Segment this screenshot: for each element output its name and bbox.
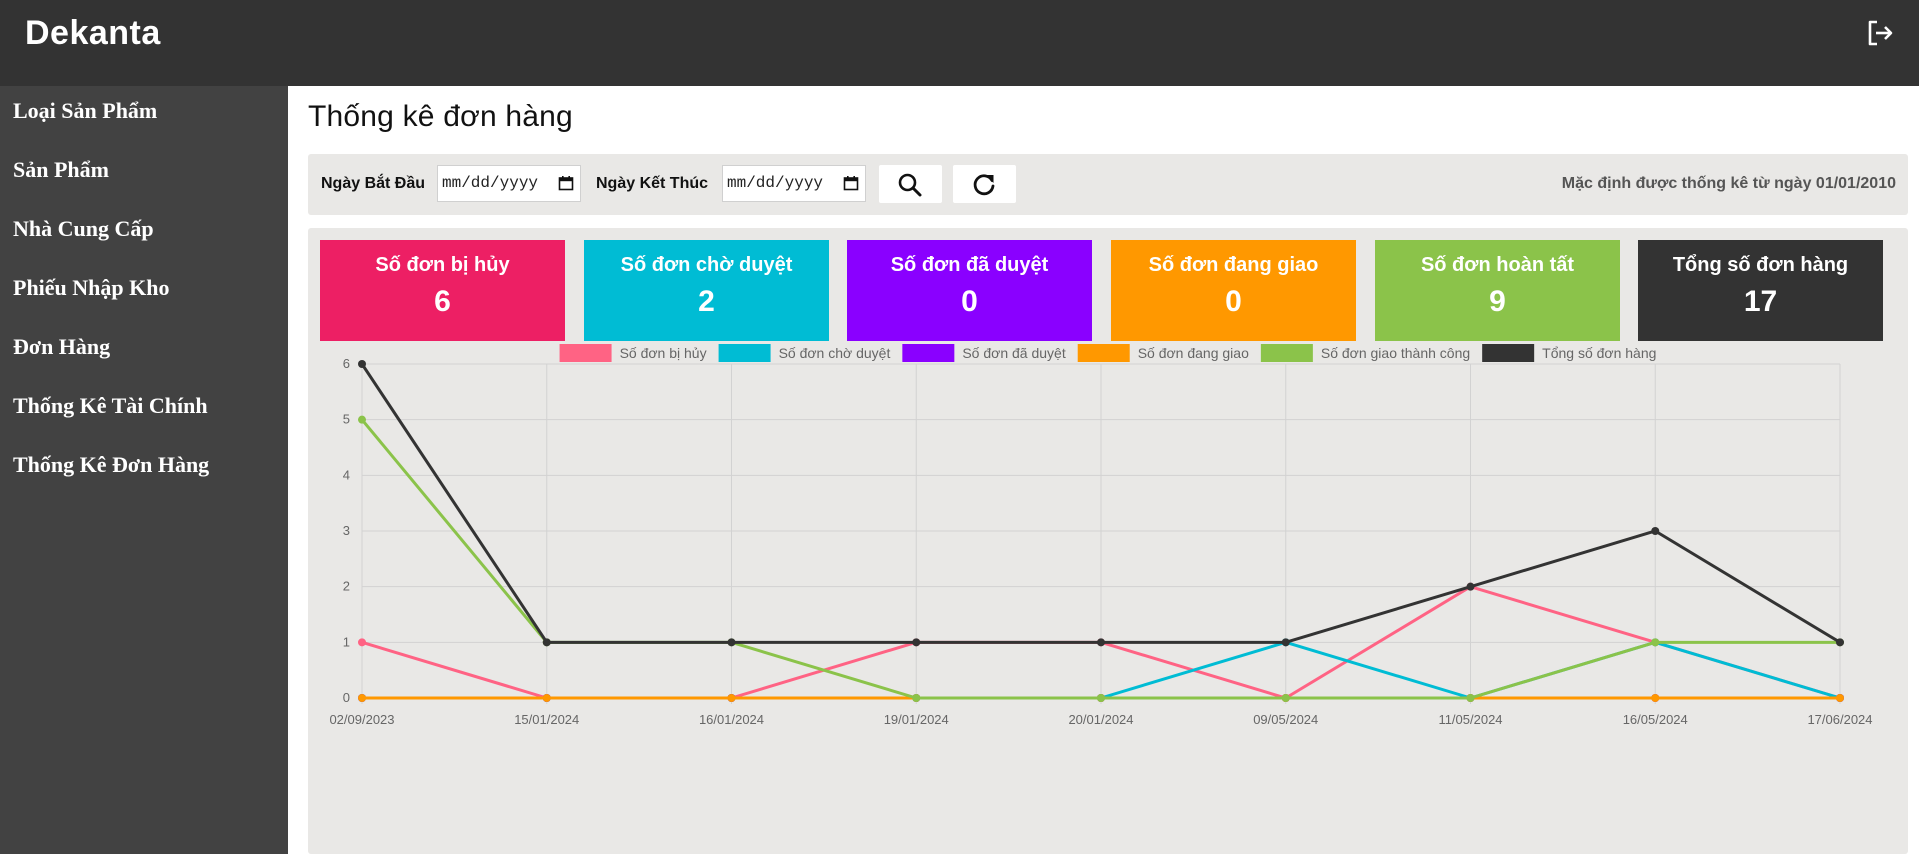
data-point [1651, 527, 1660, 535]
end-date-input[interactable]: mm/dd/yyyy [722, 165, 866, 202]
stat-card-approved: Số đơn đã duyệt 0 [847, 240, 1092, 341]
stat-card-value: 0 [1225, 285, 1242, 318]
data-point [542, 694, 551, 702]
stat-card-title: Số đơn bị hủy [375, 254, 510, 276]
data-point [358, 360, 366, 368]
refresh-button[interactable] [953, 165, 1016, 203]
x-tick-label: 16/01/2024 [699, 712, 764, 727]
data-point [358, 638, 366, 647]
data-point [1836, 694, 1844, 702]
sidebar: Loại Sản Phẩm Sản Phẩm Nhà Cung Cấp Phiế… [0, 86, 288, 854]
legend-swatch [1482, 344, 1535, 362]
search-icon [898, 173, 922, 197]
stat-card-total: Tổng số đơn hàng 17 [1638, 240, 1883, 341]
data-point [1466, 582, 1475, 591]
default-range-note: Mặc định được thống kê từ ngày 01/01/201… [1561, 175, 1896, 192]
data-point [1097, 694, 1105, 702]
stat-card-pending: Số đơn chờ duyệt 2 [584, 240, 829, 341]
data-point [542, 638, 551, 647]
x-tick-label: 17/06/2024 [1807, 712, 1872, 727]
y-tick-label: 4 [343, 467, 350, 482]
stat-card-value: 6 [434, 285, 451, 318]
refresh-icon [973, 174, 995, 196]
stat-card-title: Số đơn đã duyệt [890, 254, 1049, 276]
sidebar-item-order-stats[interactable]: Thống Kê Đơn Hàng [0, 440, 288, 499]
x-tick-label: 11/05/2024 [1438, 712, 1502, 727]
stat-card-cancelled: Số đơn bị hủy 6 [320, 240, 565, 341]
legend-label: Số đơn bị hủy [620, 345, 707, 361]
stat-card-value: 9 [1489, 285, 1506, 318]
end-date-label: Ngày Kết Thúc [596, 175, 709, 192]
sidebar-item-products[interactable]: Sản Phẩm [0, 145, 288, 204]
x-tick-label: 15/01/2024 [514, 712, 579, 727]
y-tick-label: 3 [343, 523, 350, 538]
x-tick-label: 09/05/2024 [1253, 712, 1318, 727]
sidebar-item-finance-stats[interactable]: Thống Kê Tài Chính [0, 381, 288, 440]
stat-card-title: Số đơn đang giao [1148, 254, 1319, 276]
data-point [358, 415, 366, 424]
start-date-input[interactable]: mm/dd/yyyy [437, 165, 581, 202]
start-date-placeholder: mm/dd/yyyy [442, 174, 539, 192]
legend-swatch [559, 344, 612, 362]
data-point [1836, 638, 1844, 647]
legend-label: Tổng số đơn hàng [1542, 345, 1656, 361]
stat-card-completed: Số đơn hoàn tất 9 [1375, 240, 1620, 341]
x-tick-label: 16/05/2024 [1623, 712, 1688, 727]
stat-card-title: Tổng số đơn hàng [1672, 254, 1849, 276]
y-tick-label: 6 [343, 356, 350, 371]
brand-logo[interactable]: Dekanta [25, 14, 161, 53]
legend-swatch [1077, 344, 1130, 362]
sidebar-item-stock-receipts[interactable]: Phiếu Nhập Kho [0, 263, 288, 322]
legend-label: Số đơn chờ duyệt [779, 345, 891, 361]
sidebar-item-product-category[interactable]: Loại Sản Phẩm [0, 86, 288, 145]
calendar-icon[interactable] [843, 175, 859, 191]
data-point [1281, 638, 1290, 647]
legend-label: Số đơn giao thành công [1321, 345, 1470, 361]
filter-bar: Ngày Bắt Đầu mm/dd/yyyy Ngày Kết Thúc mm… [308, 154, 1908, 215]
data-point [1651, 694, 1660, 702]
legend-swatch [902, 344, 955, 362]
stat-card-value: 17 [1743, 285, 1778, 318]
data-point [912, 694, 921, 702]
data-point [358, 694, 366, 702]
order-stats-chart: 0 1 2 3 4 5 6 02/09/2023 15/01/2024 16/01/2024 19/… [308, 340, 1908, 854]
x-tick-label: 20/01/2024 [1068, 712, 1133, 727]
stat-card-value: 2 [698, 285, 715, 318]
end-date-placeholder: mm/dd/yyyy [727, 174, 824, 192]
logout-icon[interactable] [1863, 16, 1897, 50]
x-tick-label: 02/09/2023 [329, 712, 394, 727]
stat-card-shipping: Số đơn đang giao 0 [1111, 240, 1356, 341]
legend-swatch [1260, 344, 1313, 362]
sidebar-item-orders[interactable]: Đơn Hàng [0, 322, 288, 381]
legend-swatch [718, 344, 771, 362]
search-button[interactable] [879, 165, 942, 203]
top-bar: Dekanta [0, 0, 1919, 86]
start-date-label: Ngày Bắt Đầu [321, 175, 426, 192]
data-point [912, 638, 921, 647]
y-tick-label: 1 [343, 634, 350, 649]
y-tick-label: 2 [343, 579, 350, 594]
data-point [1281, 694, 1290, 702]
legend-label: Số đơn đã duyệt [962, 345, 1065, 361]
x-tick-label: 19/01/2024 [884, 712, 949, 727]
page-title: Thống kê đơn hàng [308, 100, 573, 133]
data-point [1097, 638, 1105, 647]
sidebar-item-suppliers[interactable]: Nhà Cung Cấp [0, 204, 288, 263]
stats-panel: Số đơn bị hủy 6 Số đơn chờ duyệt 2 Số đơ… [308, 228, 1908, 854]
stat-card-title: Số đơn chờ duyệt [620, 254, 793, 276]
data-point [727, 694, 736, 702]
stat-card-value: 0 [961, 285, 978, 318]
stat-card-title: Số đơn hoàn tất [1420, 254, 1575, 276]
main-content: Thống kê đơn hàng Ngày Bắt Đầu mm/dd/yyy… [288, 86, 1919, 854]
y-tick-label: 0 [343, 690, 350, 705]
line-chart: 0 1 2 3 4 5 6 02/09/2023 15/01/2024 16/01/2024 19/… [329, 344, 1873, 727]
data-point [1466, 694, 1475, 702]
legend-label: Số đơn đang giao [1138, 345, 1249, 361]
calendar-icon[interactable] [558, 175, 574, 191]
data-point [1651, 638, 1660, 647]
y-tick-label: 5 [343, 412, 350, 427]
data-point [727, 638, 736, 647]
